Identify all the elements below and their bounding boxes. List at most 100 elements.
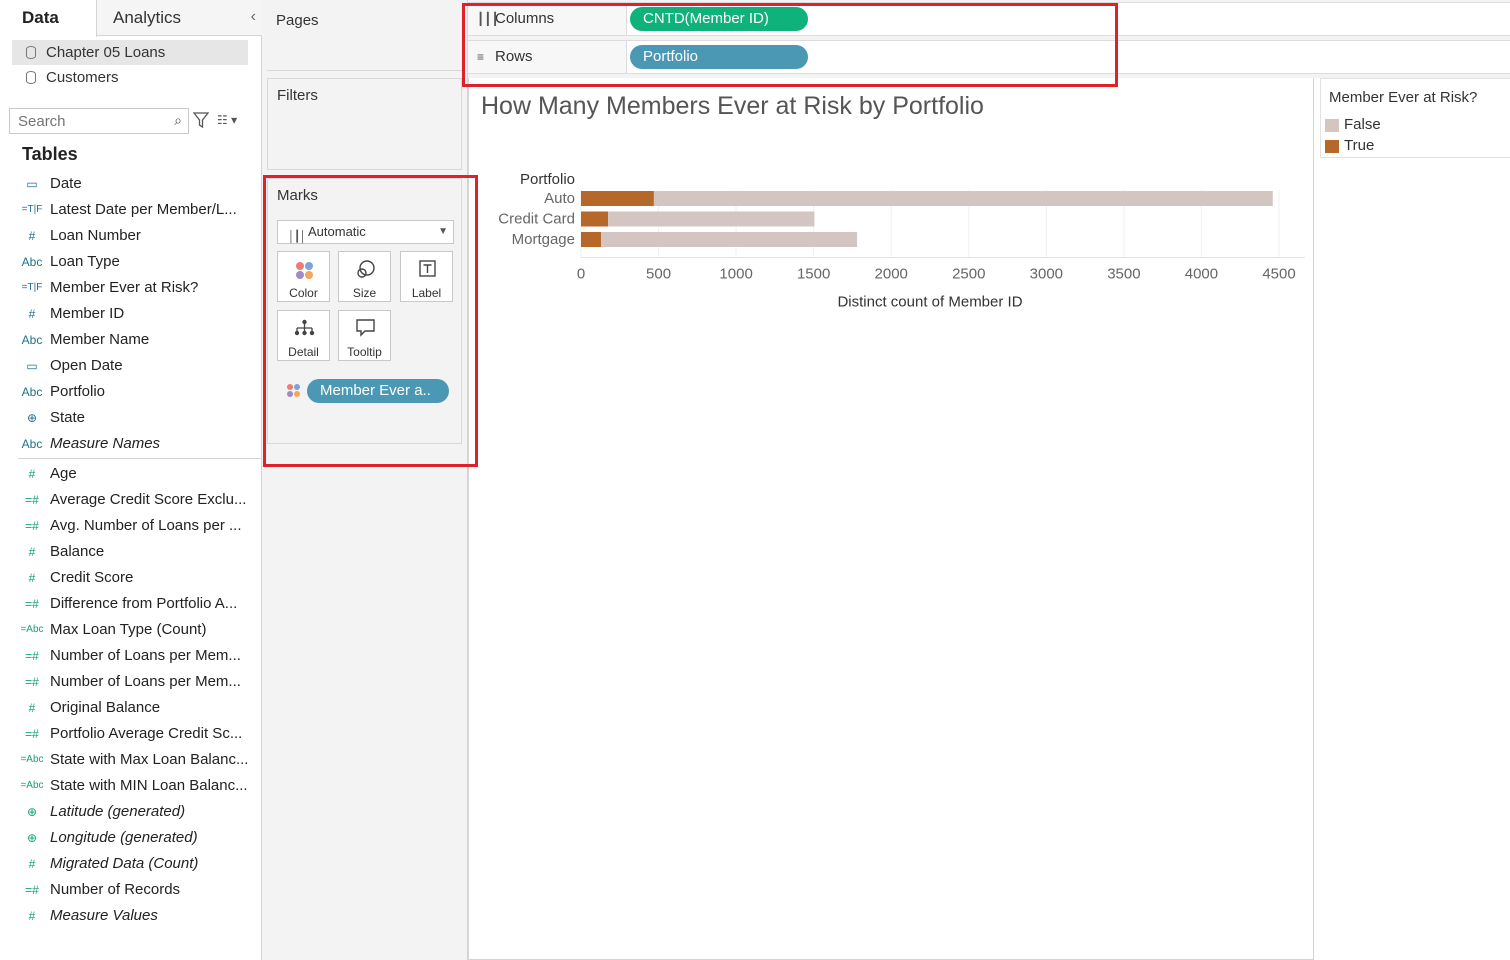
x-tick-label: 4000 [1185, 266, 1218, 283]
date-icon: ▭ [26, 177, 38, 191]
field-label: State with MIN Loan Balanc... [50, 777, 248, 794]
collapse-pane-icon[interactable]: ‹ [251, 8, 256, 26]
calc-string-icon: =Abc [20, 754, 44, 765]
color-button[interactable]: Color [277, 251, 330, 302]
list-view-dropdown-icon[interactable]: ☷ ▾ [217, 113, 253, 129]
calc-number-icon: =# [25, 519, 39, 533]
columns-label-text: Columns [495, 10, 555, 27]
columns-shelf[interactable]: ┃┃┃ Columns CNTD(Member ID) [468, 2, 1510, 36]
field-search-box: ⌕ [9, 108, 189, 134]
field-item[interactable]: ⊕ Latitude (generated) [0, 799, 256, 825]
x-tick-label: 500 [646, 266, 671, 283]
x-tick-label: 2500 [952, 266, 985, 283]
field-label: Difference from Portfolio A... [50, 595, 238, 612]
field-item[interactable]: ⊕ State [0, 405, 256, 431]
field-item[interactable]: =# Number of Records [0, 877, 256, 903]
cntd-member-id-pill[interactable]: CNTD(Member ID) [630, 7, 808, 31]
field-item[interactable]: =Abc Max Loan Type (Count) [0, 617, 256, 643]
field-item[interactable]: # Measure Values [0, 903, 256, 929]
field-item[interactable]: =# Number of Loans per Mem... [0, 669, 256, 695]
field-label: Member ID [50, 305, 125, 322]
field-label: Portfolio [50, 383, 106, 400]
field-search-row: ⌕ ☷ ▾ [9, 108, 254, 134]
globe-icon: ⊕ [26, 411, 38, 425]
field-item[interactable]: # Original Balance [0, 695, 256, 721]
detail-button-label: Detail [288, 345, 319, 359]
calc-number-icon: =# [25, 883, 39, 897]
size-button[interactable]: Size [338, 251, 391, 302]
field-item[interactable]: =# Average Credit Score Exclu... [0, 487, 256, 513]
category-label: Credit Card [498, 211, 575, 228]
color-legend: Member Ever at Risk? False True [1320, 78, 1510, 158]
tab-data[interactable]: Data [0, 0, 97, 37]
field-item[interactable]: Abc Member Name [0, 327, 256, 353]
number-icon: # [28, 467, 36, 481]
field-item[interactable]: =Abc State with MIN Loan Balanc... [0, 773, 256, 799]
field-search-input[interactable] [10, 109, 160, 133]
field-item[interactable]: Abc Loan Type [0, 249, 256, 275]
field-item[interactable]: # Loan Number [0, 223, 256, 249]
legend-label-true: True [1344, 137, 1375, 154]
right-background [1314, 78, 1510, 960]
rows-shelf[interactable]: ≡ Rows Portfolio [468, 40, 1510, 74]
datasource-item-customers[interactable]: Customers [12, 65, 248, 90]
datasource-label: Chapter 05 Loans [46, 44, 166, 61]
field-item[interactable]: ▭ Date [0, 171, 256, 197]
marks-card: Marks │┃│ Automatic ▼ Color Size Label D… [267, 178, 462, 444]
filter-icon[interactable] [193, 111, 209, 129]
field-item[interactable]: # Credit Score [0, 565, 256, 591]
field-item[interactable]: # Migrated Data (Count) [0, 851, 256, 877]
legend-item-true[interactable]: True [1325, 136, 1374, 156]
viz-view: How Many Members Ever at Risk by Portfol… [468, 78, 1314, 960]
color-encoding-row: Member Ever a.. [283, 379, 453, 403]
field-item[interactable]: =# Avg. Number of Loans per ... [0, 513, 256, 539]
tooltip-button[interactable]: Tooltip [338, 310, 391, 361]
tab-analytics[interactable]: Analytics [97, 0, 247, 36]
x-axis-title: Distinct count of Member ID [837, 294, 1022, 311]
field-label: Number of Loans per Mem... [50, 647, 241, 664]
member-ever-at-risk-pill[interactable]: Member Ever a.. [307, 379, 449, 403]
detail-button[interactable]: Detail [277, 310, 330, 361]
globe-icon: ⊕ [26, 805, 38, 819]
field-item[interactable]: =Abc State with Max Loan Balanc... [0, 747, 256, 773]
search-icon: ⌕ [174, 112, 182, 128]
calc-number-icon: =# [25, 675, 39, 689]
mark-type-dropdown[interactable]: │┃│ Automatic ▼ [277, 220, 454, 244]
field-item[interactable]: ▭ Open Date [0, 353, 256, 379]
portfolio-pill[interactable]: Portfolio [630, 45, 808, 69]
calc-number-icon: =# [25, 493, 39, 507]
detail-icon [294, 319, 315, 336]
label-button[interactable]: Label [400, 251, 453, 302]
field-label: Credit Score [50, 569, 134, 586]
tooltip-icon [356, 319, 375, 337]
filters-card[interactable]: Filters [267, 78, 462, 170]
size-icon [357, 260, 375, 278]
field-item[interactable]: =T|F Latest Date per Member/L... [0, 197, 256, 223]
chevron-down-icon: ▼ [438, 226, 448, 237]
field-item[interactable]: # Balance [0, 539, 256, 565]
field-label: Longitude (generated) [50, 829, 198, 846]
pages-card[interactable]: Pages [267, 4, 462, 71]
x-tick-label: 0 [577, 266, 585, 283]
field-item[interactable]: # Age [0, 461, 256, 487]
field-label: Portfolio Average Credit Sc... [50, 725, 243, 742]
field-label: Member Ever at Risk? [50, 279, 199, 296]
number-icon: # [28, 229, 36, 243]
columns-shelf-label: ┃┃┃ Columns [468, 3, 627, 35]
text-label-icon [419, 260, 436, 277]
field-item[interactable]: ⊕ Longitude (generated) [0, 825, 256, 851]
legend-item-false[interactable]: False [1325, 115, 1381, 135]
field-label: Avg. Number of Loans per ... [50, 517, 242, 534]
field-item[interactable]: =# Difference from Portfolio A... [0, 591, 256, 617]
field-item[interactable]: =# Portfolio Average Credit Sc... [0, 721, 256, 747]
datasource-item-chapter-05-loans[interactable]: Chapter 05 Loans [12, 40, 248, 65]
field-item[interactable]: =# Number of Loans per Mem... [0, 643, 256, 669]
number-icon: # [28, 909, 36, 923]
field-item[interactable]: Abc Portfolio [0, 379, 256, 405]
field-item[interactable]: Abc Measure Names [0, 431, 256, 457]
x-tick-label: 2000 [875, 266, 908, 283]
field-item[interactable]: =T|F Member Ever at Risk? [0, 275, 256, 301]
field-item[interactable]: # Member ID [0, 301, 256, 327]
category-label: Mortgage [512, 231, 575, 248]
pane-tabs: Data Analytics ‹ [0, 0, 262, 37]
